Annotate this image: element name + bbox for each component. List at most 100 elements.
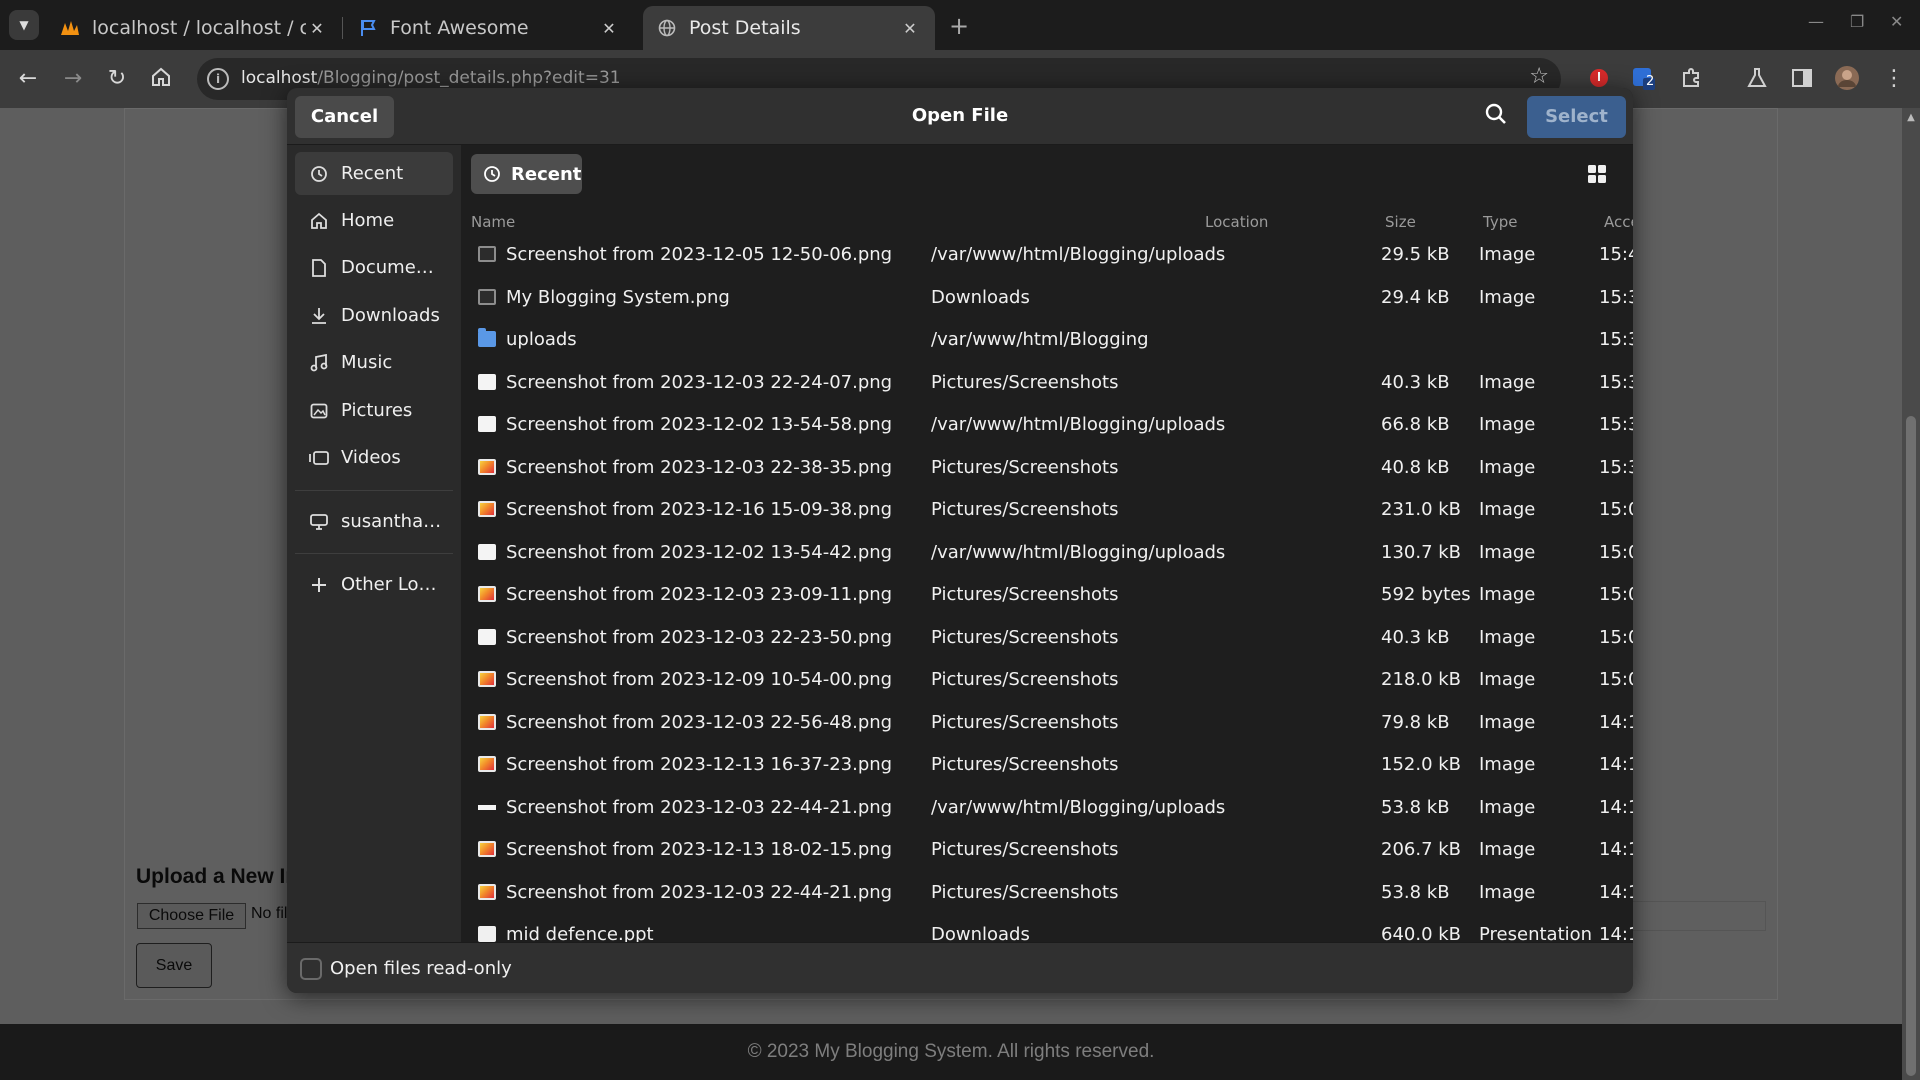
file-location: Pictures/Screenshots <box>931 584 1119 605</box>
image-file-icon <box>478 628 496 645</box>
file-row[interactable]: Screenshot from 2023-12-09 10-54-00.png P… <box>461 658 1633 700</box>
file-location: Pictures/Screenshots <box>931 456 1119 478</box>
file-type: Image <box>1479 499 1536 520</box>
file-row[interactable]: Screenshot from 2023-12-03 22-44-21.png /… <box>461 786 1633 828</box>
close-icon[interactable]: ✕ <box>306 19 328 38</box>
file-size: 29.4 kB <box>1381 286 1450 308</box>
column-header-location[interactable]: Location <box>1205 213 1268 231</box>
side-panel-icon[interactable] <box>1788 64 1816 92</box>
file-row[interactable]: uploads/var/www/html/Blogging 15:37 <box>461 318 1633 360</box>
file-row[interactable]: Screenshot from 2023-12-03 22-44-21.png P… <box>461 871 1633 913</box>
upload-heading: Upload a New Im <box>136 865 305 888</box>
file-row[interactable]: Screenshot from 2023-12-13 16-37-23.png P… <box>461 743 1633 785</box>
tab-phpmyadmin[interactable]: localhost / localhost / car ✕ <box>46 6 342 50</box>
file-row[interactable]: Screenshot from 2023-12-02 13-54-58.png /… <box>461 403 1633 445</box>
open-file-dialog: Cancel Open File Select Recent Home Docu… <box>287 88 1633 993</box>
tab-post-details[interactable]: Post Details ✕ <box>643 6 935 50</box>
page-scrollbar[interactable]: ▲ <box>1902 108 1920 1080</box>
extension-badge-icon[interactable]: 2 <box>1629 64 1657 92</box>
column-header-accessed[interactable]: Accessed <box>1604 213 1633 231</box>
file-name: Screenshot from 2023-12-03 22-44-21.png <box>506 881 893 903</box>
image-file-icon <box>478 288 496 305</box>
file-accessed: 15:05 <box>1599 669 1633 690</box>
read-only-checkbox[interactable] <box>300 958 322 980</box>
bookmark-star-icon[interactable]: ☆ <box>1529 64 1549 89</box>
file-row[interactable]: My Blogging System.png Downloads 29.4 kB Im… <box>461 276 1633 318</box>
text-input[interactable] <box>1620 901 1766 931</box>
file-location: /var/www/html/Blogging/uploads <box>931 796 1226 818</box>
tab-font-awesome[interactable]: Font Awesome ✕ <box>344 6 634 50</box>
flask-icon[interactable] <box>1743 64 1771 92</box>
file-type: Image <box>1479 754 1536 775</box>
file-name: Screenshot from 2023-12-13 18-02-15.png <box>506 839 893 860</box>
plus-icon <box>309 575 329 595</box>
file-row[interactable]: Screenshot from 2023-12-16 15-09-38.png P… <box>461 488 1633 530</box>
close-icon[interactable]: ✕ <box>598 19 620 38</box>
sidebar-item-computer[interactable]: susantha… <box>295 500 453 543</box>
file-type: Image <box>1479 456 1536 478</box>
sidebar-item-recent[interactable]: Recent <box>295 152 453 195</box>
image-file-icon <box>478 883 496 900</box>
sidebar-item-other-locations[interactable]: Other Lo… <box>295 563 453 606</box>
minimize-icon[interactable]: — <box>1808 12 1824 31</box>
sidebar-item-videos[interactable]: Videos <box>295 436 453 479</box>
close-window-icon[interactable]: ✕ <box>1890 12 1903 31</box>
file-size: 79.8 kB <box>1381 711 1450 733</box>
file-row[interactable]: Screenshot from 2023-12-03 22-38-35.png P… <box>461 446 1633 488</box>
file-row[interactable]: Screenshot from 2023-12-05 12-50-06.png /… <box>461 233 1633 275</box>
file-type: Image <box>1479 839 1536 860</box>
sidebar-item-downloads[interactable]: Downloads <box>295 294 453 337</box>
column-header-size[interactable]: Size <box>1385 213 1416 231</box>
column-header-name[interactable]: Name <box>471 213 515 231</box>
save-button[interactable]: Save <box>136 943 212 988</box>
grid-view-icon[interactable] <box>1587 164 1609 186</box>
column-header-type[interactable]: Type <box>1483 213 1517 231</box>
home-icon[interactable] <box>148 66 174 92</box>
more-menu-icon[interactable]: ⋮ <box>1880 64 1908 92</box>
file-type: Image <box>1479 881 1536 903</box>
url-text[interactable]: localhost/Blogging/post_details.php?edit… <box>241 68 621 88</box>
choose-file-button[interactable]: Choose File <box>137 903 246 929</box>
read-only-label: Open files read-only <box>330 958 512 979</box>
tab-search-button[interactable]: ▼ <box>9 10 39 40</box>
select-button[interactable]: Select <box>1527 96 1626 138</box>
new-tab-button[interactable]: + <box>949 12 969 40</box>
file-row[interactable]: Screenshot from 2023-12-02 13-54-42.png /… <box>461 531 1633 573</box>
file-type: Presentation <box>1479 924 1593 942</box>
search-icon[interactable] <box>1484 102 1512 130</box>
file-row[interactable]: mid defence.ppt Downloads 640.0 kB Presenta… <box>461 913 1633 942</box>
image-file-icon <box>478 586 496 602</box>
flag-icon <box>358 18 378 38</box>
info-icon[interactable]: i <box>207 68 229 90</box>
clock-icon <box>483 165 501 183</box>
file-accessed: 15:37 <box>1599 371 1633 393</box>
file-accessed: 15:07 <box>1599 584 1633 605</box>
file-accessed: 15:37 <box>1599 329 1633 350</box>
file-row[interactable]: Screenshot from 2023-12-03 22-24-07.png P… <box>461 361 1633 403</box>
back-icon[interactable]: ← <box>15 66 41 92</box>
file-row[interactable]: Screenshot from 2023-12-03 22-23-50.png P… <box>461 616 1633 658</box>
sidebar-item-documents[interactable]: Docume… <box>295 246 453 289</box>
close-icon[interactable]: ✕ <box>899 19 921 38</box>
forward-icon[interactable]: → <box>60 66 86 92</box>
file-row[interactable]: Screenshot from 2023-12-03 22-56-48.png P… <box>461 701 1633 743</box>
chevron-down-icon: ▼ <box>19 18 29 32</box>
image-file-icon <box>478 458 496 475</box>
path-bar-recent-button[interactable]: Recent <box>471 154 582 194</box>
scroll-up-icon[interactable]: ▲ <box>1902 112 1920 123</box>
file-name: Screenshot from 2023-12-05 12-50-06.png <box>506 244 893 265</box>
file-name: Screenshot from 2023-12-02 13-54-58.png <box>506 414 893 435</box>
file-row[interactable]: Screenshot from 2023-12-03 23-09-11.png P… <box>461 573 1633 615</box>
sidebar-item-pictures[interactable]: Pictures <box>295 389 453 432</box>
avatar[interactable] <box>1833 64 1861 92</box>
file-row[interactable]: Screenshot from 2023-12-13 18-02-15.png P… <box>461 828 1633 870</box>
sidebar-item-music[interactable]: Music <box>295 341 453 384</box>
dialog-title: Open File <box>911 105 1009 126</box>
reload-icon[interactable]: ↻ <box>104 66 130 92</box>
file-name: Screenshot from 2023-12-03 23-09-11.png <box>506 584 893 605</box>
scrollbar-thumb[interactable] <box>1906 416 1916 1076</box>
maximize-icon[interactable]: ❐ <box>1850 12 1864 31</box>
puzzle-icon[interactable] <box>1677 64 1705 92</box>
sidebar-item-home[interactable]: Home <box>295 199 453 242</box>
image-file-icon <box>478 804 496 810</box>
